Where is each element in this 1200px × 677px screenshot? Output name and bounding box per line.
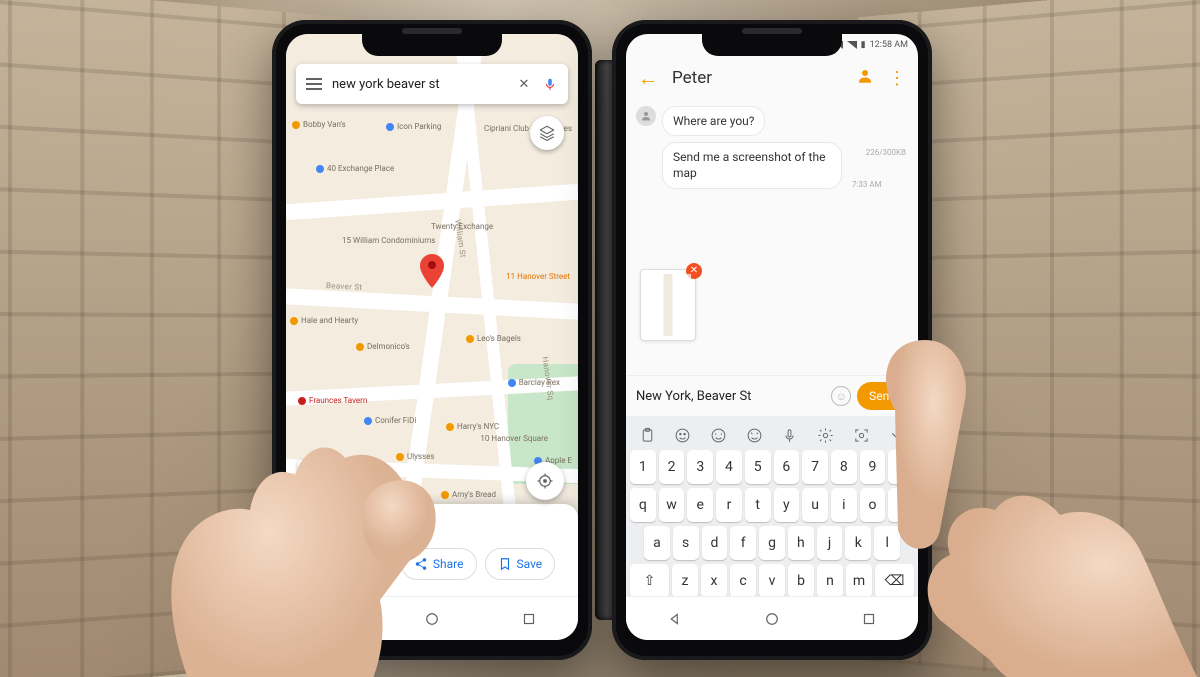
attachment-size-label: 226/300KB [866, 148, 906, 157]
display-notch [362, 34, 502, 56]
menu-icon[interactable] [306, 78, 322, 90]
poi[interactable]: Twenty Exchange [431, 222, 493, 231]
locate-me-button[interactable] [526, 462, 564, 500]
poi[interactable]: 15 William Condominiums [342, 236, 412, 245]
more-options-icon[interactable]: ⋮ [888, 68, 906, 89]
key-6[interactable]: 6 [774, 450, 800, 484]
map-layers-button[interactable] [530, 116, 564, 150]
poi[interactable]: Barclay Rex [508, 378, 560, 387]
message-row: Where are you? [636, 106, 908, 136]
signal-icon [847, 41, 857, 49]
maps-search-bar[interactable]: new york beaver st [296, 64, 568, 104]
key-e[interactable]: e [687, 488, 713, 522]
key-2[interactable]: 2 [659, 450, 685, 484]
hand-right [840, 300, 1200, 677]
key-v[interactable]: v [759, 564, 785, 598]
battery-icon: ▮ [861, 40, 866, 50]
save-label: Save [517, 557, 543, 571]
message-bubble[interactable]: Where are you? [662, 106, 765, 136]
key-t[interactable]: t [745, 488, 771, 522]
key-1[interactable]: 1 [630, 450, 656, 484]
nav-back-icon[interactable] [664, 608, 686, 630]
key-3[interactable]: 3 [687, 450, 713, 484]
display-notch [702, 34, 842, 56]
key-y[interactable]: y [774, 488, 800, 522]
poi[interactable]: 11 Hanover Street [506, 272, 570, 281]
poi[interactable]: 40 Exchange Place [316, 164, 394, 173]
clear-search-icon[interactable] [516, 76, 532, 92]
road-label-beaver: Beaver St [326, 281, 363, 292]
poi[interactable]: Bobby Van's [292, 120, 346, 129]
search-input[interactable]: new york beaver st [332, 77, 506, 92]
chat-header: ← Peter ⋮ [626, 56, 918, 100]
map-pin[interactable] [419, 254, 445, 292]
kbd-clipboard-icon[interactable] [636, 424, 658, 446]
status-time: 12:58 AM [870, 40, 908, 50]
kbd-settings-icon[interactable] [815, 424, 837, 446]
hand-left [130, 350, 490, 677]
key-b[interactable]: b [788, 564, 814, 598]
kbd-gif-icon[interactable] [743, 424, 765, 446]
message-bubble[interactable]: Send me a screenshot of the map [662, 142, 842, 188]
kbd-emoji-icon[interactable] [672, 424, 694, 446]
key-shift[interactable]: ⇧ [630, 564, 669, 598]
key-w[interactable]: w [659, 488, 685, 522]
poi[interactable]: Icon Parking [386, 122, 441, 131]
chat-contact-name: Peter [672, 68, 842, 88]
key-c[interactable]: c [730, 564, 756, 598]
key-d[interactable]: d [702, 526, 728, 560]
poi[interactable]: Hale and Hearty [290, 316, 358, 325]
key-4[interactable]: 4 [716, 450, 742, 484]
voice-search-icon[interactable] [542, 76, 558, 92]
kbd-sticker-icon[interactable] [707, 424, 729, 446]
sender-avatar-icon [636, 106, 656, 126]
key-s[interactable]: s [673, 526, 699, 560]
save-button[interactable]: Save [485, 548, 556, 580]
attachment-thumbnail[interactable]: ✕ [640, 269, 696, 341]
key-q[interactable]: q [630, 488, 656, 522]
nav-home-icon[interactable] [761, 608, 783, 630]
map-road [286, 184, 578, 220]
key-f[interactable]: f [730, 526, 756, 560]
poi[interactable]: Leo's Bagels [466, 334, 521, 343]
key-5[interactable]: 5 [745, 450, 771, 484]
key-u[interactable]: u [802, 488, 828, 522]
key-r[interactable]: r [716, 488, 742, 522]
key-x[interactable]: x [701, 564, 727, 598]
remove-attachment-icon[interactable]: ✕ [686, 263, 702, 279]
key-a[interactable]: a [644, 526, 670, 560]
kbd-voice-icon[interactable] [779, 424, 801, 446]
key-z[interactable]: z [672, 564, 698, 598]
back-arrow-icon[interactable]: ← [638, 66, 658, 91]
message-timestamp: 7:33 AM [852, 180, 882, 189]
key-g[interactable]: g [759, 526, 785, 560]
nav-recent-icon[interactable] [518, 608, 540, 630]
contact-icon[interactable] [856, 67, 874, 89]
key-7[interactable]: 7 [802, 450, 828, 484]
poi[interactable]: 10 Hanover Square [480, 434, 548, 443]
key-j[interactable]: j [817, 526, 843, 560]
key-h[interactable]: h [788, 526, 814, 560]
compose-input[interactable]: New York, Beaver St [636, 389, 825, 404]
